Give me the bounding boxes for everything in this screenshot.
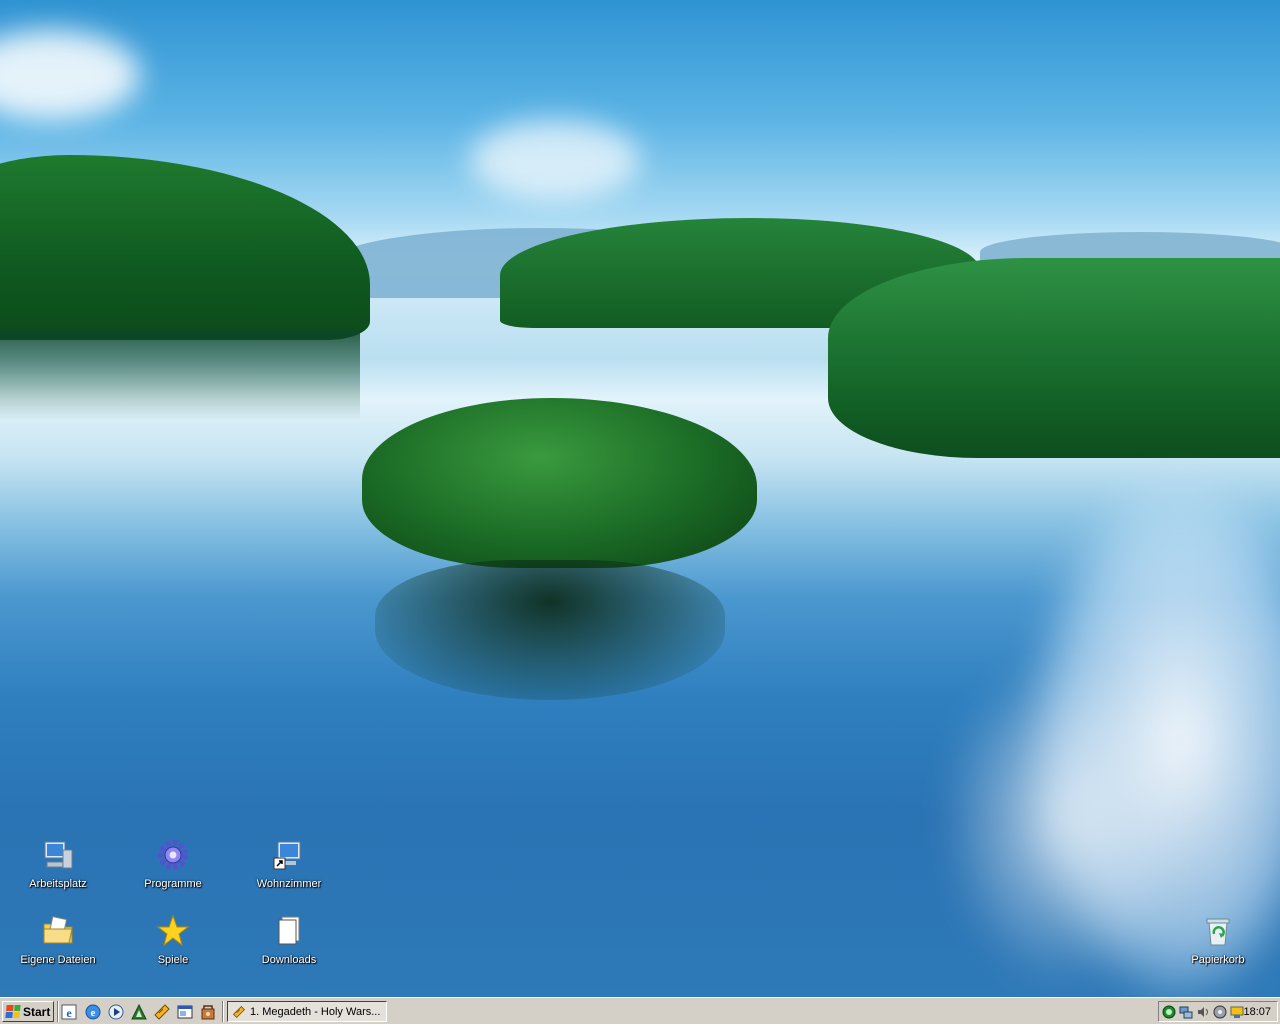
desktop-icon-label: Downloads — [261, 954, 317, 966]
svg-text:e: e — [66, 1006, 72, 1020]
recycle-bin-icon — [1201, 914, 1235, 948]
start-label: Start — [23, 1004, 51, 1019]
gear-icon — [156, 838, 190, 872]
ie-globe-icon[interactable]: e — [84, 1003, 102, 1021]
my-documents-icon — [41, 914, 75, 948]
my-computer-icon — [41, 838, 75, 872]
desktop-icon-arbeitsplatz[interactable]: Arbeitsplatz — [8, 838, 108, 898]
volume-icon[interactable] — [1196, 1005, 1210, 1019]
desktop-icon-programme[interactable]: Programme — [123, 838, 223, 898]
windows-logo-icon — [5, 1005, 21, 1018]
taskbar: Start e e 1. Megadeth - Holy Wars... 18:… — [0, 997, 1280, 1024]
task-button-winamp[interactable]: 1. Megadeth - Holy Wars... — [227, 1001, 387, 1022]
network-icon[interactable] — [1179, 1005, 1193, 1019]
heart-island — [362, 398, 757, 568]
taskbar-separator — [57, 1001, 59, 1022]
window-app-icon[interactable] — [176, 1003, 194, 1021]
desktop-icon-label: Eigene Dateien — [20, 954, 96, 966]
left-reflection — [0, 330, 360, 420]
desktop-icon-label: Arbeitsplatz — [29, 878, 87, 890]
cloud — [0, 30, 140, 120]
system-tray: 18:07 — [1158, 1001, 1278, 1022]
disc-icon[interactable] — [1213, 1005, 1227, 1019]
winamp-icon — [232, 1005, 246, 1019]
desktop-icon-label: Wohnzimmer — [256, 878, 322, 890]
clock[interactable]: 18:07 — [1243, 1006, 1271, 1018]
internet-explorer-icon[interactable]: e — [60, 1003, 78, 1021]
desktop-icon-papierkorb[interactable]: Papierkorb — [1168, 914, 1268, 974]
taskbar-separator — [222, 1001, 224, 1022]
desktop-icon-label: Spiele — [157, 954, 189, 966]
documents-icon — [272, 914, 306, 948]
cloud — [470, 120, 640, 200]
task-button-label: 1. Megadeth - Holy Wars... — [250, 1005, 381, 1018]
winamp-icon[interactable] — [153, 1003, 171, 1021]
island-reflection — [375, 560, 725, 700]
star-icon — [156, 914, 190, 948]
start-button[interactable]: Start — [2, 1001, 54, 1022]
desktop-icon-label: Papierkorb — [1191, 954, 1245, 966]
media-player-icon[interactable] — [107, 1003, 125, 1021]
water-glare — [940, 650, 1190, 990]
network-computer-shortcut-icon — [272, 838, 306, 872]
desktop-icon-eigene-dateien[interactable]: Eigene Dateien — [8, 914, 108, 974]
desktop-icon-wohnzimmer[interactable]: Wohnzimmer — [239, 838, 339, 898]
desktop-icon-label: Programme — [144, 878, 202, 890]
left-forest-hill — [0, 155, 370, 340]
desktop-icon-downloads[interactable]: Downloads — [239, 914, 339, 974]
desktop-icon-spiele[interactable]: Spiele — [123, 914, 223, 974]
display-icon[interactable] — [1230, 1005, 1244, 1019]
app-triangle-icon[interactable] — [130, 1003, 148, 1021]
svg-text:e: e — [91, 1007, 96, 1019]
right-forest-hill — [828, 258, 1280, 458]
tools-icon[interactable] — [199, 1003, 217, 1021]
antivirus-icon[interactable] — [1162, 1005, 1176, 1019]
